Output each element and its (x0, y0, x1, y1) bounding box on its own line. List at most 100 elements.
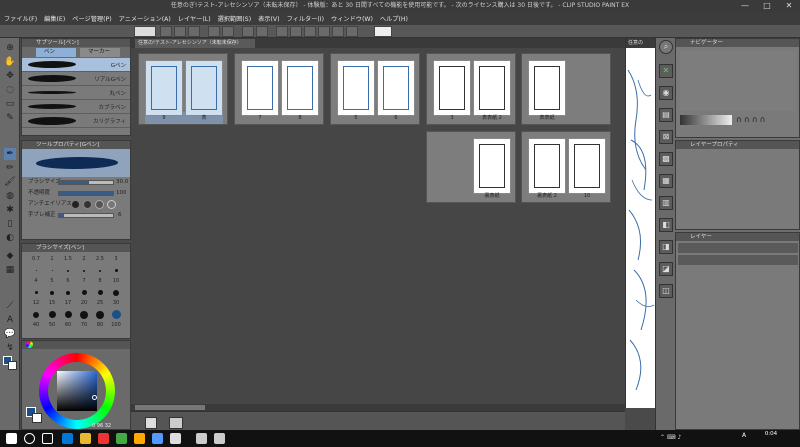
clock[interactable]: 0:04 (756, 431, 786, 437)
menu-window[interactable]: ウィンドウ(W) (331, 14, 373, 23)
size-dot[interactable] (60, 287, 76, 298)
brush-item[interactable]: Gペン (22, 58, 130, 72)
size-dot[interactable] (28, 309, 44, 320)
current-sub-color[interactable] (32, 413, 42, 423)
menu-animation[interactable]: アニメーション(A) (119, 14, 171, 23)
size-option[interactable]: 50 (44, 320, 60, 331)
size-dot[interactable] (76, 287, 92, 298)
snap-icon[interactable] (346, 26, 358, 37)
page-thumbnail[interactable] (528, 138, 566, 194)
size-dot[interactable] (76, 309, 92, 320)
fill-tool-icon[interactable]: ◆ (4, 250, 16, 262)
app-icon[interactable] (214, 433, 225, 444)
menu-help[interactable]: ヘルプ(H) (380, 14, 408, 23)
spread-view-icon[interactable] (169, 417, 183, 429)
rotate-icon[interactable]: ✕ (659, 64, 673, 78)
color-wheel-tab-icon[interactable] (26, 341, 33, 348)
antialias-row[interactable]: アンチエイリアス (22, 199, 130, 210)
decoration-tool-icon[interactable]: ✱ (4, 204, 16, 216)
new-file-icon[interactable] (160, 26, 172, 37)
page-spread[interactable]: 表表紙 (521, 53, 611, 125)
tab-pen[interactable]: ペン (36, 48, 76, 57)
antialias-strong-icon[interactable] (108, 201, 115, 208)
close-button[interactable]: ✕ (778, 0, 800, 12)
menu-filter[interactable]: フィルター(I) (287, 14, 324, 23)
size-dot[interactable] (92, 287, 108, 298)
size-option[interactable]: 0.7 (28, 254, 44, 265)
page-spread[interactable]: 裏表紙 2 10 (521, 131, 611, 203)
balloon-tool-icon[interactable]: 💬 (4, 328, 16, 340)
open-file-icon[interactable] (174, 26, 186, 37)
horizontal-scrollbar[interactable] (131, 404, 625, 411)
size-option[interactable]: 5 (44, 276, 60, 287)
size-option[interactable]: 17 (60, 298, 76, 309)
page-view-icon[interactable] (145, 417, 157, 429)
app-icon[interactable] (98, 433, 109, 444)
app-icon[interactable] (134, 433, 145, 444)
brush-tool-icon[interactable]: 🖌 (4, 176, 16, 188)
task-view-icon[interactable] (42, 433, 53, 444)
page-spread[interactable]: 5 6 (330, 53, 420, 125)
zoom-slider[interactable] (680, 115, 732, 125)
brush-item[interactable]: リアルGペン (22, 72, 130, 86)
size-option[interactable]: 10 (108, 276, 124, 287)
size-dot[interactable] (76, 265, 92, 276)
color-picker-handle[interactable] (92, 395, 97, 400)
new-layer-icon[interactable]: ▤ (659, 108, 673, 122)
save-icon[interactable] (188, 26, 200, 37)
size-option[interactable]: 2.5 (92, 254, 108, 265)
airbrush-tool-icon[interactable]: ◍ (4, 190, 16, 202)
size-option[interactable]: 60 (60, 320, 76, 331)
invert-selection-icon[interactable] (304, 26, 316, 37)
size-dot[interactable] (108, 309, 124, 320)
size-option[interactable]: 80 (92, 320, 108, 331)
page-spread[interactable]: 7 8 (234, 53, 324, 125)
size-option[interactable]: 100 (108, 320, 124, 331)
page-thumbnail[interactable] (568, 138, 606, 194)
size-option[interactable]: 25 (92, 298, 108, 309)
size-dot[interactable] (44, 265, 60, 276)
page-spread[interactable]: 9 表 (138, 53, 228, 125)
start-icon[interactable] (6, 433, 17, 444)
blend-tool-icon[interactable]: ◐ (4, 232, 16, 244)
expand-selection-icon[interactable] (318, 26, 330, 37)
correction-tool-icon[interactable]: ↯ (4, 342, 16, 354)
brush-size-slider[interactable] (58, 180, 114, 185)
size-option[interactable]: 15 (44, 298, 60, 309)
transform-icon[interactable]: ◨ (659, 240, 673, 254)
opacity-slider[interactable] (58, 191, 114, 196)
brush-size-row[interactable]: ブラシサイズ 30.0 (22, 177, 130, 188)
page-spread[interactable]: 3 表表紙 2 (426, 53, 516, 125)
stabilize-row[interactable]: 手ブレ補正 6 (22, 210, 130, 221)
eye-icon[interactable]: ◉ (659, 86, 673, 100)
size-option[interactable]: 20 (76, 298, 92, 309)
page-thumbnail[interactable] (377, 60, 415, 116)
stabilize-slider[interactable] (58, 213, 114, 218)
app-icon[interactable] (152, 433, 163, 444)
size-dot[interactable] (92, 265, 108, 276)
clip-studio-button[interactable] (134, 26, 156, 37)
crop-icon[interactable] (290, 26, 302, 37)
saturation-value-square[interactable] (57, 371, 97, 411)
search-icon[interactable]: ⌕ (659, 40, 673, 54)
app-icon[interactable] (170, 433, 181, 444)
page-thumbnail[interactable] (337, 60, 375, 116)
ime-indicator[interactable]: A (742, 432, 746, 439)
clear-icon[interactable] (242, 26, 254, 37)
size-option[interactable]: 40 (28, 320, 44, 331)
size-option[interactable]: 1.5 (60, 254, 76, 265)
maximize-button[interactable]: □ (756, 0, 778, 12)
help-icon[interactable] (374, 26, 392, 37)
tray-icons[interactable]: ⌃ ⌨ ♪ (660, 434, 681, 441)
tab-marker[interactable]: マーカー (80, 48, 120, 57)
page-thumbnail[interactable] (145, 60, 183, 116)
size-option[interactable]: 7 (76, 276, 92, 287)
menu-selection[interactable]: 選択範囲(S) (218, 14, 252, 23)
size-option[interactable]: 12 (28, 298, 44, 309)
page-thumbnail[interactable] (528, 60, 566, 116)
brush-item[interactable]: カリグラフィ (22, 114, 130, 128)
select-tool-icon[interactable]: ▭ (4, 98, 16, 110)
merge-icon[interactable]: ⊠ (659, 130, 673, 144)
page-spread[interactable]: 裏表紙 (426, 131, 516, 203)
export-icon[interactable]: ▥ (659, 196, 673, 210)
